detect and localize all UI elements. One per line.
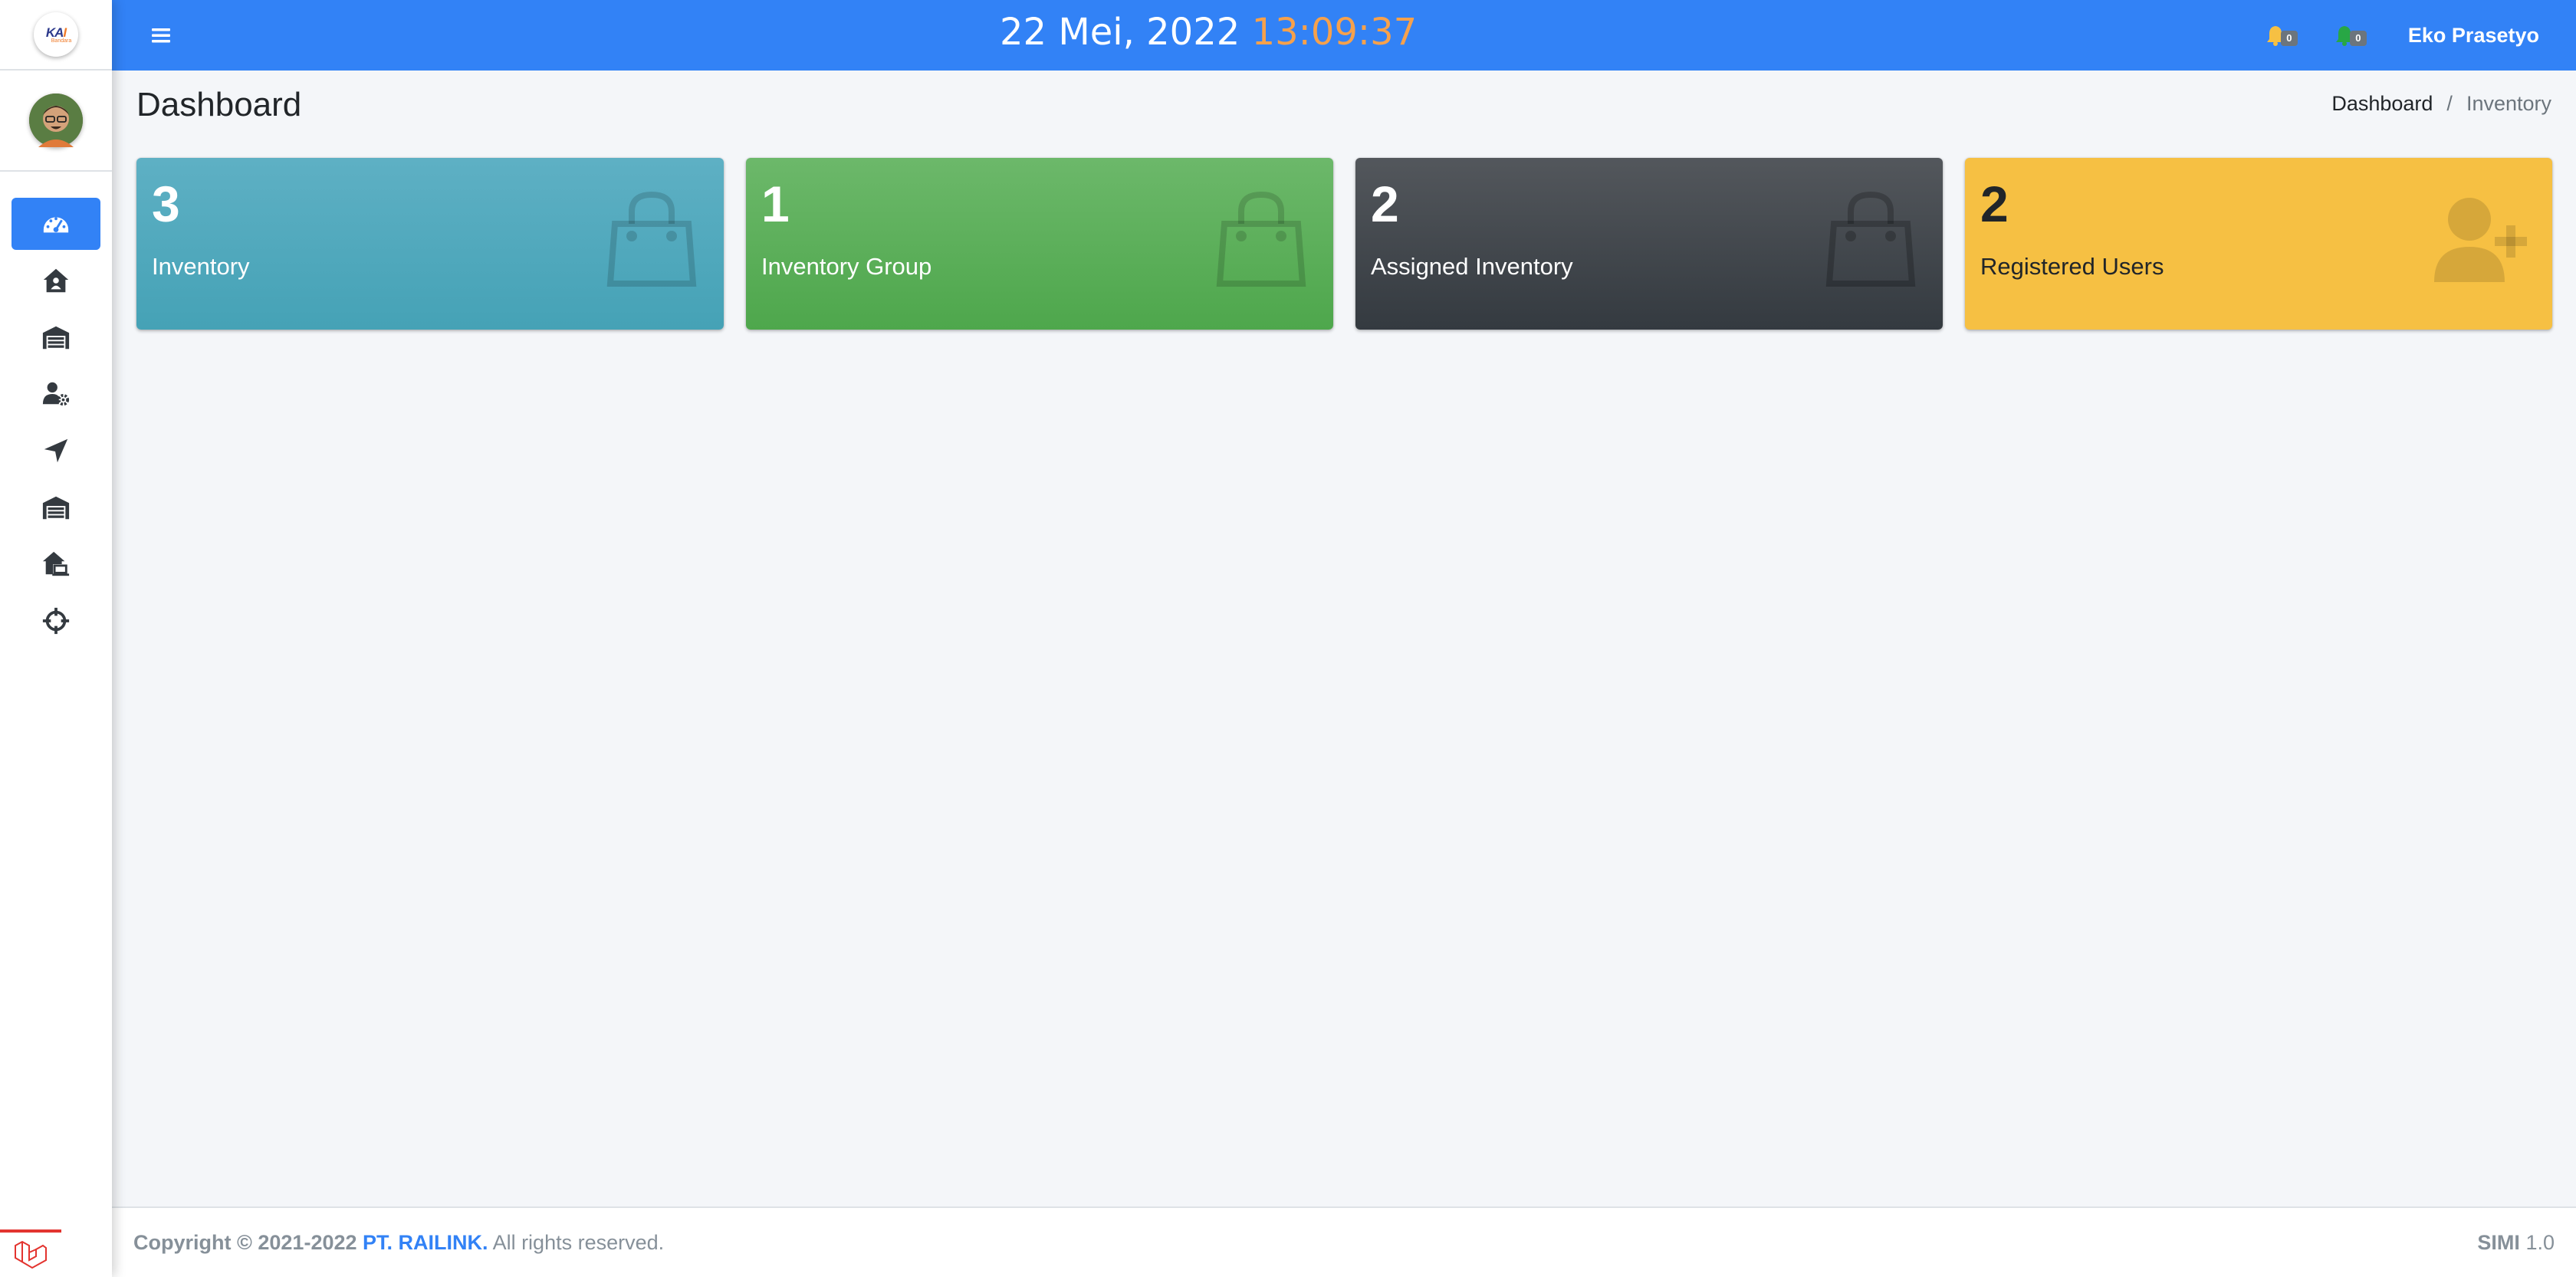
- brand[interactable]: KAI Bandara: [0, 0, 112, 71]
- sidebar: KAI Bandara: [0, 0, 112, 1277]
- brand-logo-subtext: Bandara: [51, 38, 72, 44]
- stat-card-registered-users[interactable]: 2 Registered Users: [1965, 158, 2552, 330]
- sidebar-item-dashboard[interactable]: [12, 198, 100, 250]
- breadcrumb: Dashboard / Inventory: [2331, 92, 2551, 116]
- sidebar-nav: [0, 172, 112, 647]
- page-title: Dashboard: [136, 86, 302, 123]
- shopping-bag-icon: [1825, 191, 1916, 287]
- location-arrow-icon: [44, 438, 68, 463]
- breadcrumb-link-dashboard[interactable]: Dashboard: [2331, 92, 2433, 116]
- laravel-debug-badge[interactable]: [0, 1229, 61, 1277]
- sidebar-item-user-settings[interactable]: [12, 368, 100, 420]
- footer-company-link[interactable]: PT. RAILINK.: [363, 1231, 488, 1254]
- sidebar-item-crosshairs[interactable]: [12, 595, 100, 647]
- stat-value: 2: [1371, 176, 1399, 232]
- stat-label: Inventory: [152, 253, 250, 280]
- user-panel: [0, 71, 112, 172]
- footer-app-name: SIMI: [2477, 1231, 2520, 1254]
- stat-label: Registered Users: [1980, 253, 2164, 280]
- stat-card-inventory-group[interactable]: 1 Inventory Group: [746, 158, 1333, 330]
- clock: 22 Mei, 2022 13:09:37: [1000, 11, 1417, 54]
- breadcrumb-separator: /: [2446, 92, 2453, 115]
- laravel-icon: [15, 1240, 47, 1269]
- sidebar-item-warehouse-2[interactable]: [12, 481, 100, 533]
- navbar-right: 0 0 Eko Prasetyo: [2266, 0, 2576, 71]
- sidebar-item-house-laptop[interactable]: [12, 538, 100, 590]
- user-plus-icon: [2434, 198, 2527, 282]
- user-menu[interactable]: Eko Prasetyo: [2408, 24, 2539, 48]
- stat-value: 3: [152, 176, 180, 232]
- brand-logo[interactable]: KAI Bandara: [34, 12, 78, 57]
- footer-copyright-text: Copyright © 2021-2022: [133, 1231, 357, 1254]
- stat-card-inventory[interactable]: 3 Inventory: [136, 158, 724, 330]
- stat-card-assigned-inventory[interactable]: 2 Assigned Inventory: [1355, 158, 1943, 330]
- shopping-bag-icon: [606, 191, 697, 287]
- avatar[interactable]: [29, 94, 83, 147]
- tachometer-icon: [43, 217, 69, 233]
- notification-badge: 0: [2349, 31, 2367, 46]
- user-cog-icon: [42, 382, 70, 406]
- notification-button-green[interactable]: 0: [2334, 20, 2377, 51]
- footer-rights-text: All rights reserved.: [492, 1231, 665, 1254]
- notification-badge: 0: [2280, 31, 2298, 46]
- clock-date: 22 Mei, 2022: [1000, 11, 1240, 54]
- footer-version: SIMI 1.0: [2477, 1231, 2555, 1255]
- house-user-icon: [43, 268, 69, 293]
- stat-label: Inventory Group: [761, 253, 932, 280]
- menu-toggle-button[interactable]: [149, 23, 173, 48]
- warehouse-icon: [42, 326, 70, 350]
- footer-copyright: Copyright © 2021-2022 PT. RAILINK. All r…: [133, 1231, 664, 1255]
- stat-value: 2: [1980, 176, 2009, 232]
- stat-value: 1: [761, 176, 790, 232]
- stat-label: Assigned Inventory: [1371, 253, 1573, 280]
- sidebar-item-warehouse[interactable]: [12, 311, 100, 363]
- top-navbar: 22 Mei, 2022 13:09:37 0 0 Eko Prasetyo: [112, 0, 2576, 71]
- sidebar-item-house-user[interactable]: [12, 254, 100, 307]
- hamburger-icon: [152, 28, 170, 43]
- house-laptop-icon: [42, 551, 70, 576]
- footer-version-number: 1.0: [2525, 1231, 2555, 1254]
- sidebar-item-location[interactable]: [12, 425, 100, 477]
- warehouse-icon: [42, 496, 70, 520]
- notification-button-yellow[interactable]: 0: [2266, 20, 2308, 51]
- avatar-icon: [29, 94, 83, 147]
- footer: Copyright © 2021-2022 PT. RAILINK. All r…: [112, 1206, 2576, 1277]
- breadcrumb-current: Inventory: [2466, 92, 2551, 115]
- shopping-bag-icon: [1216, 191, 1306, 287]
- clock-time: 13:09:37: [1251, 11, 1418, 54]
- crosshairs-icon: [42, 607, 70, 635]
